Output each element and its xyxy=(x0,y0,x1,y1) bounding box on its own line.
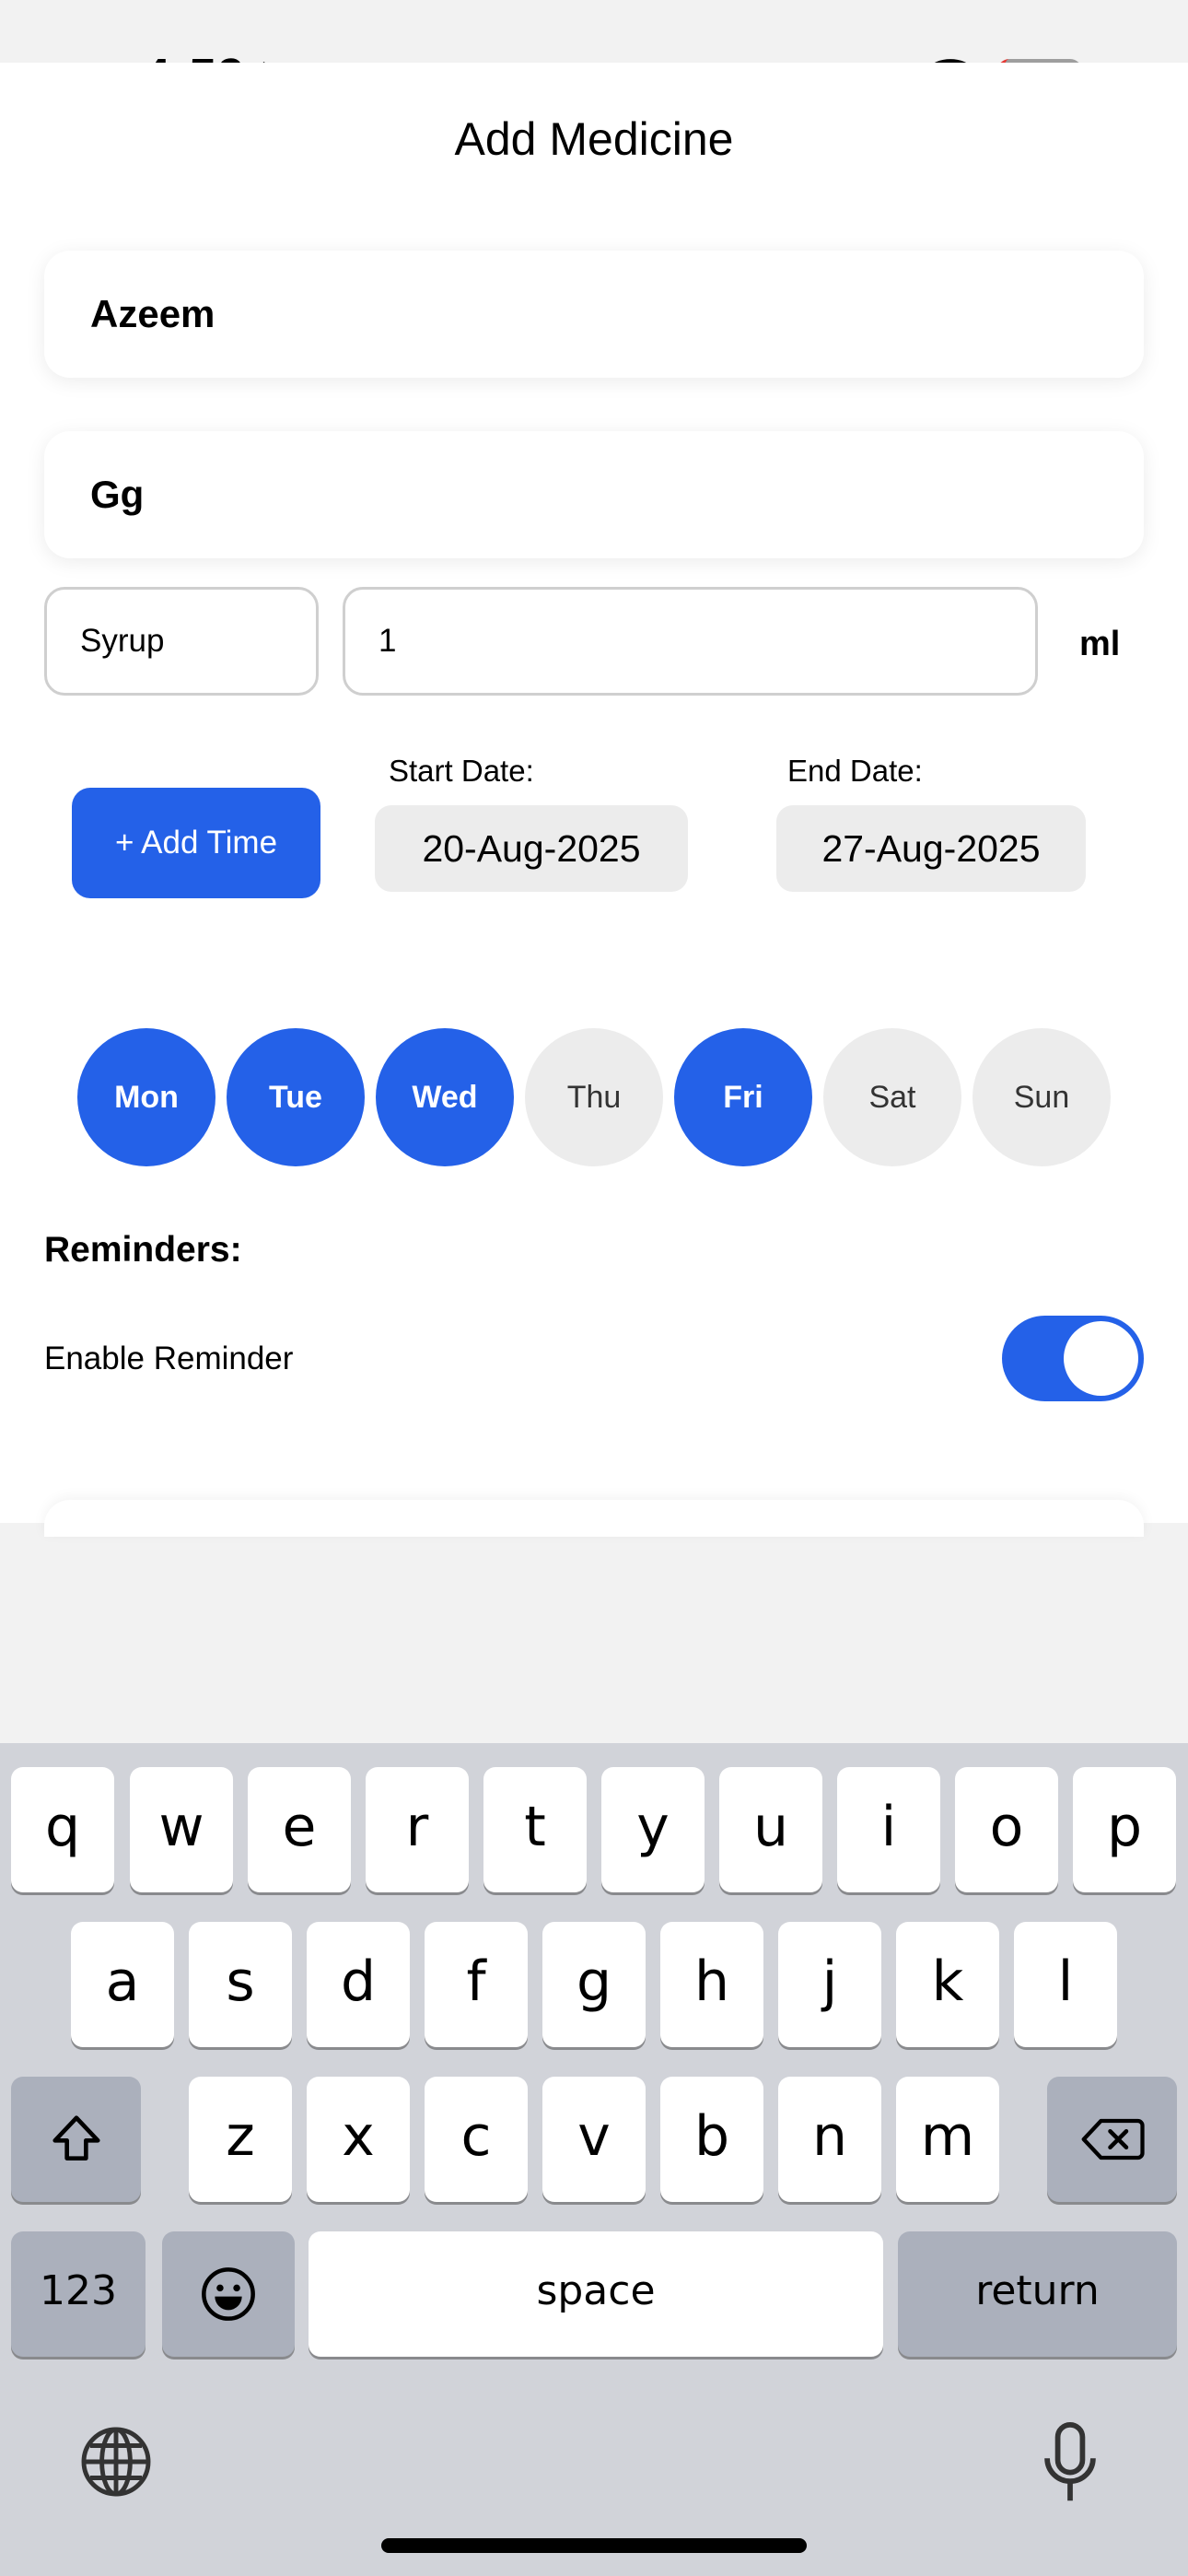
end-date-picker[interactable]: 27-Aug-2025 xyxy=(776,805,1086,892)
day-sun[interactable]: Sun xyxy=(973,1028,1111,1166)
start-date-label: Start Date: xyxy=(389,754,534,788)
day-mon[interactable]: Mon xyxy=(77,1028,215,1166)
unit-label: ml xyxy=(1079,625,1121,663)
globe-icon[interactable] xyxy=(77,2423,155,2500)
enable-reminder-toggle[interactable] xyxy=(1002,1316,1144,1401)
day-thu[interactable]: Thu xyxy=(525,1028,663,1166)
key-k[interactable]: k xyxy=(896,1922,999,2047)
medicine-description-field[interactable]: Gg xyxy=(44,431,1144,558)
key-y[interactable]: y xyxy=(601,1767,705,1892)
delete-key[interactable] xyxy=(1047,2077,1177,2202)
day-sat[interactable]: Sat xyxy=(823,1028,961,1166)
key-t[interactable]: t xyxy=(483,1767,587,1892)
next-card-partial xyxy=(44,1500,1144,1537)
start-date-picker[interactable]: 20-Aug-2025 xyxy=(375,805,688,892)
toggle-knob xyxy=(1064,1321,1138,1396)
key-j[interactable]: j xyxy=(778,1922,881,2047)
return-key[interactable]: return xyxy=(898,2231,1177,2357)
key-q[interactable]: q xyxy=(11,1767,114,1892)
key-o[interactable]: o xyxy=(955,1767,1058,1892)
key-s[interactable]: s xyxy=(189,1922,292,2047)
day-tue[interactable]: Tue xyxy=(227,1028,365,1166)
end-date-label: End Date: xyxy=(787,754,923,788)
key-r[interactable]: r xyxy=(366,1767,469,1892)
key-m[interactable]: m xyxy=(896,2077,999,2202)
medicine-name-field[interactable]: Azeem xyxy=(44,251,1144,378)
key-d[interactable]: d xyxy=(307,1922,410,2047)
emoji-icon xyxy=(202,2267,255,2321)
key-c[interactable]: c xyxy=(425,2077,528,2202)
quantity-input[interactable]: 1 xyxy=(343,587,1038,696)
page-title: Add Medicine xyxy=(454,113,734,165)
backspace-icon xyxy=(1081,2118,1145,2160)
home-indicator xyxy=(381,2538,807,2553)
key-g[interactable]: g xyxy=(542,1922,646,2047)
day-fri[interactable]: Fri xyxy=(674,1028,812,1166)
key-b[interactable]: b xyxy=(660,2077,763,2202)
key-l[interactable]: l xyxy=(1014,1922,1117,2047)
key-w[interactable]: w xyxy=(130,1767,233,1892)
emoji-key[interactable] xyxy=(162,2231,295,2357)
add-time-button[interactable]: + Add Time xyxy=(72,788,320,898)
key-x[interactable]: x xyxy=(307,2077,410,2202)
space-key[interactable]: space xyxy=(309,2231,883,2357)
key-v[interactable]: v xyxy=(542,2077,646,2202)
key-u[interactable]: u xyxy=(719,1767,822,1892)
shift-icon xyxy=(52,2115,100,2160)
key-h[interactable]: h xyxy=(660,1922,763,2047)
day-wed[interactable]: Wed xyxy=(376,1028,514,1166)
key-n[interactable]: n xyxy=(778,2077,881,2202)
microphone-icon[interactable] xyxy=(1041,2421,1100,2506)
shift-key[interactable] xyxy=(11,2077,141,2202)
key-p[interactable]: p xyxy=(1073,1767,1176,1892)
medicine-type-input[interactable]: Syrup xyxy=(44,587,319,696)
key-a[interactable]: a xyxy=(71,1922,174,2047)
enable-reminder-label: Enable Reminder xyxy=(44,1341,294,1376)
key-e[interactable]: e xyxy=(248,1767,351,1892)
reminders-heading: Reminders: xyxy=(44,1230,242,1270)
key-z[interactable]: z xyxy=(189,2077,292,2202)
weekday-selector: Mon Tue Wed Thu Fri Sat Sun xyxy=(77,1028,1111,1166)
numbers-key[interactable]: 123 xyxy=(11,2231,146,2357)
key-i[interactable]: i xyxy=(837,1767,940,1892)
key-f[interactable]: f xyxy=(425,1922,528,2047)
